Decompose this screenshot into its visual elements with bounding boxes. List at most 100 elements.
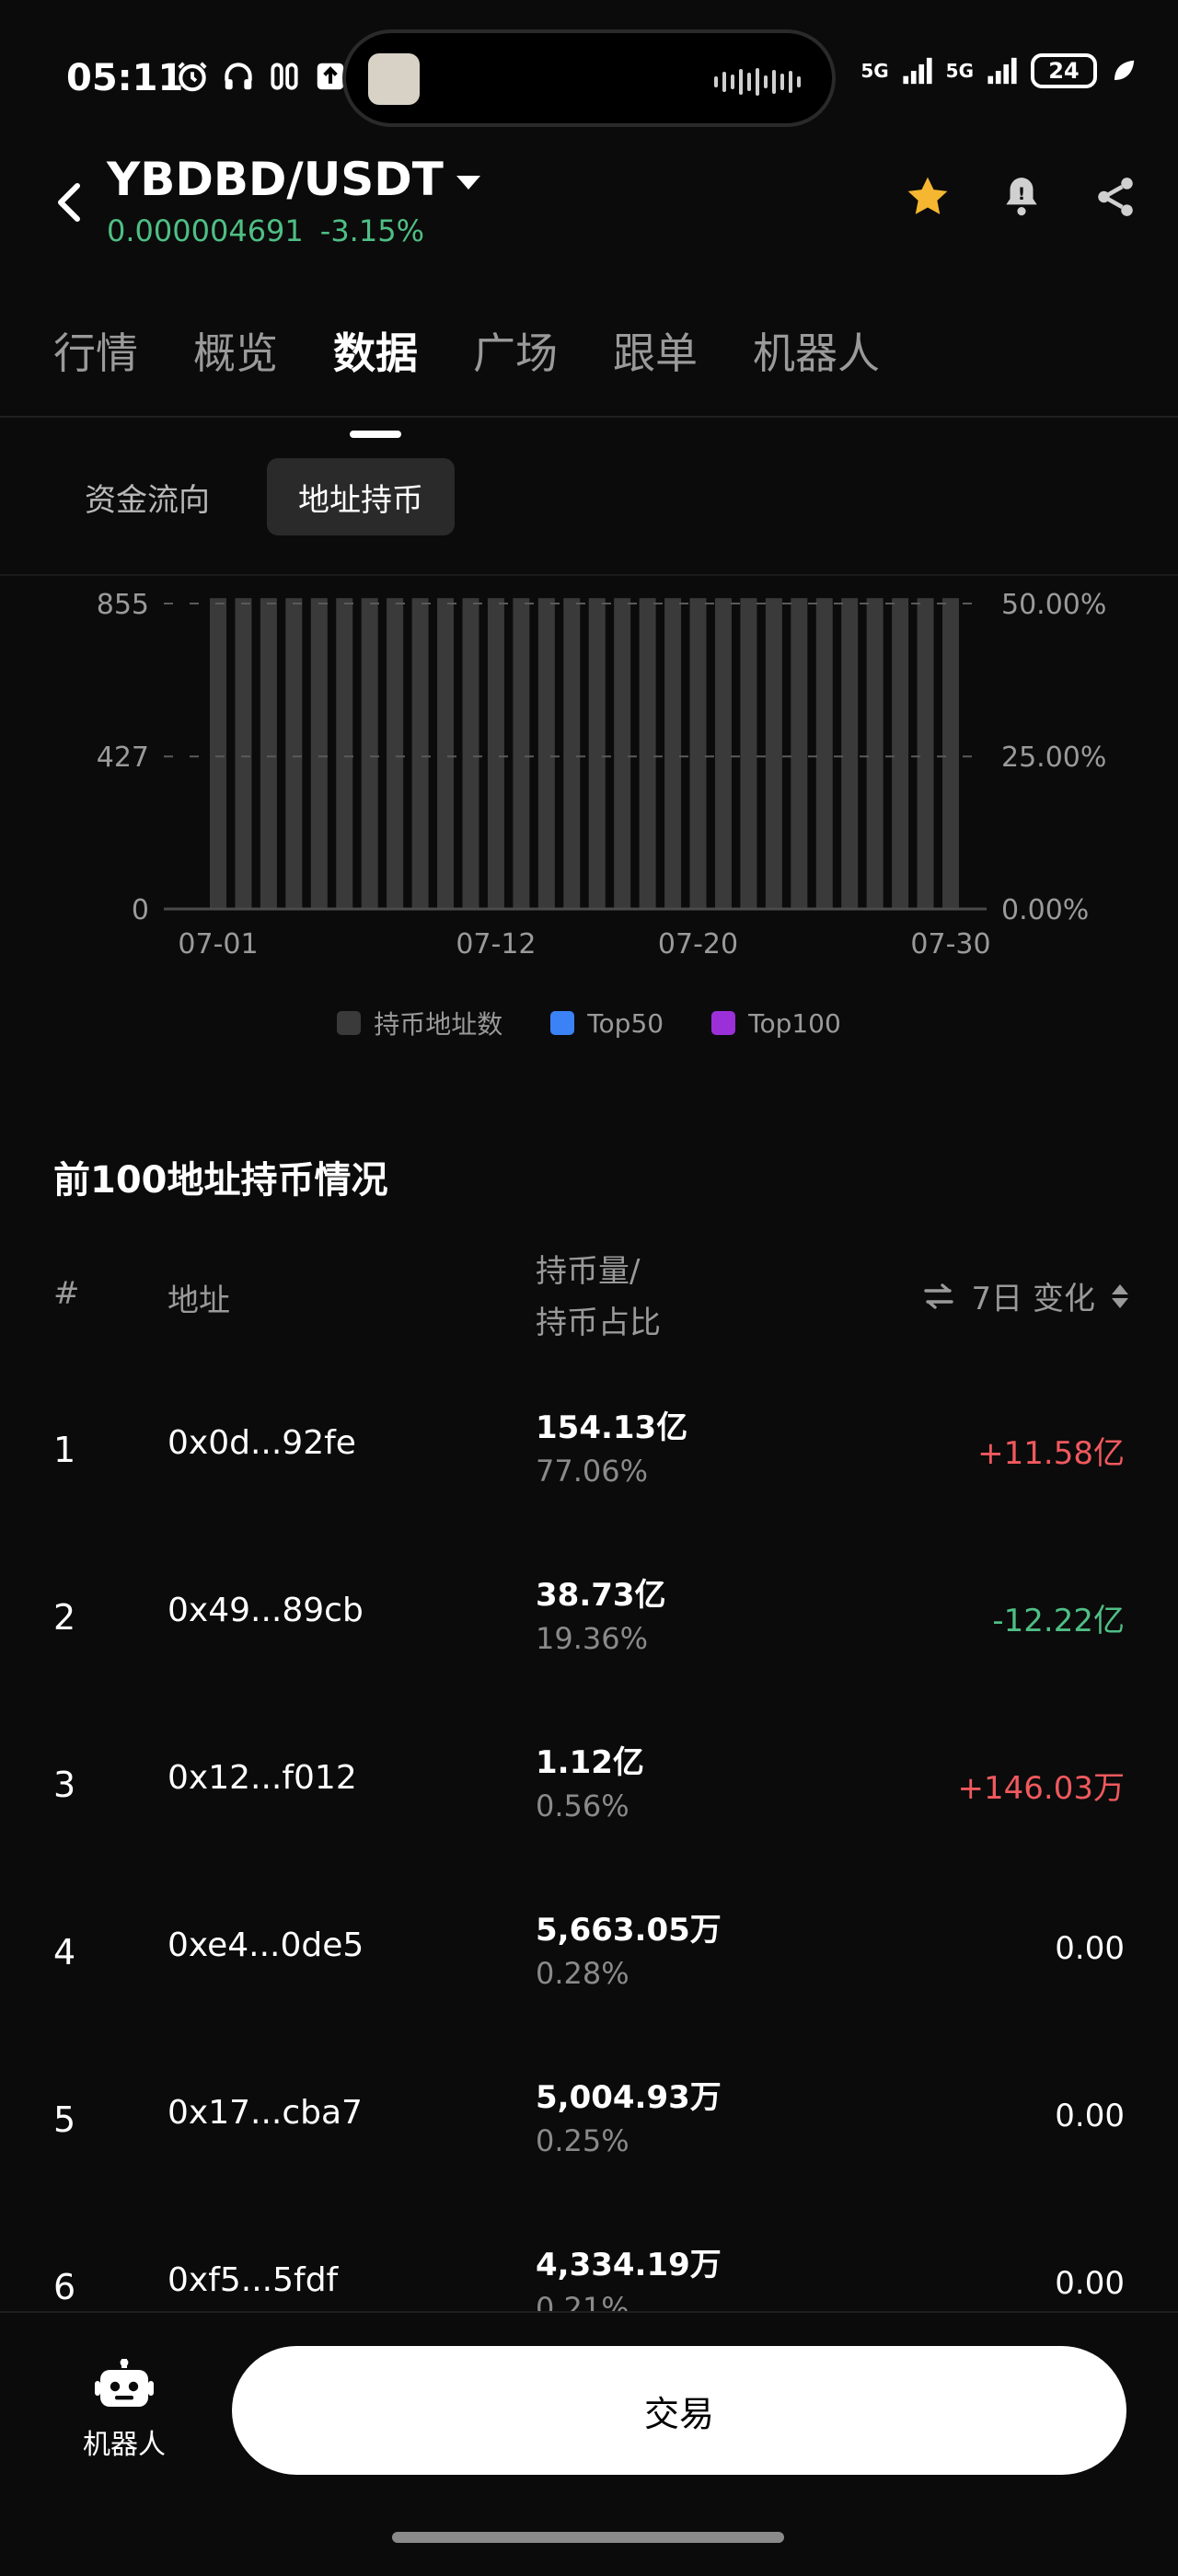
price-alert-button[interactable]: ! bbox=[996, 171, 1047, 223]
pair-name: YBDBD/USDT bbox=[107, 153, 444, 206]
chart-bar bbox=[260, 598, 277, 909]
column-header-change-label: 7日 变化 bbox=[971, 1281, 1095, 1317]
home-indicator[interactable] bbox=[392, 2532, 784, 2543]
signal-bars-icon bbox=[987, 57, 1017, 85]
tab-market[interactable]: 行情 bbox=[53, 320, 138, 381]
chart-bar bbox=[310, 598, 328, 909]
header-actions: ! bbox=[902, 171, 1141, 223]
audio-wave-icon bbox=[714, 66, 801, 98]
chart-bar bbox=[537, 598, 555, 909]
subtab-address-holdings[interactable]: 地址持币 bbox=[267, 458, 455, 535]
status-time: 05:11 bbox=[66, 57, 184, 99]
chart-bar bbox=[285, 598, 303, 909]
column-header-change[interactable]: 7日 变化 bbox=[922, 1273, 1128, 1318]
chart-bar bbox=[387, 598, 404, 909]
signal-bars-icon bbox=[903, 57, 932, 85]
legend-label: 持币地址数 bbox=[374, 1009, 503, 1040]
tab-copy-trading[interactable]: 跟单 bbox=[613, 320, 698, 381]
chart-bar bbox=[588, 598, 606, 909]
back-button[interactable] bbox=[46, 175, 92, 230]
chart-bar bbox=[513, 598, 530, 909]
address: 0x17...cba7 bbox=[167, 2094, 363, 2132]
earbuds-icon bbox=[271, 63, 298, 90]
chart-bar bbox=[917, 598, 934, 909]
column-header-amount-line1: 持币量/ bbox=[536, 1253, 641, 1290]
robot-label: 机器人 bbox=[83, 2429, 166, 2461]
table-row[interactable]: 1 0x0d...92fe 154.13亿 77.06% +11.58亿 bbox=[0, 1389, 1178, 1557]
leaf-icon bbox=[1114, 60, 1135, 80]
dynamic-island[interactable] bbox=[342, 29, 836, 127]
change-7d: 0.00 bbox=[1055, 1930, 1125, 1967]
rank: 6 bbox=[53, 2267, 76, 2307]
amount: 154.13亿 bbox=[536, 1409, 688, 1446]
chart-bar bbox=[210, 598, 226, 909]
price-change: -3.15% bbox=[319, 213, 424, 248]
pair-selector[interactable]: YBDBD/USDT bbox=[107, 153, 480, 206]
trade-button[interactable]: 交易 bbox=[232, 2346, 1126, 2475]
address: 0x12...f012 bbox=[167, 1759, 357, 1797]
chart-bar bbox=[689, 598, 707, 909]
chart-bar bbox=[411, 598, 429, 909]
chart-bar bbox=[235, 598, 252, 909]
chart-bar bbox=[462, 598, 479, 909]
alarm-icon bbox=[178, 62, 207, 92]
chart-bar bbox=[815, 598, 833, 909]
y-tick-label-left: 0 bbox=[132, 894, 149, 926]
chart-bar bbox=[841, 598, 859, 909]
rank: 2 bbox=[53, 1597, 76, 1638]
subtab-fund-flow[interactable]: 资金流向 bbox=[53, 458, 241, 535]
chart-bar bbox=[361, 598, 378, 909]
column-header-address: 地址 bbox=[167, 1282, 230, 1319]
tab-data[interactable]: 数据 bbox=[333, 320, 418, 381]
chart-bar bbox=[487, 598, 504, 909]
rank: 5 bbox=[53, 2099, 76, 2140]
share-percent: 19.36% bbox=[536, 1621, 649, 1656]
share-button[interactable] bbox=[1090, 171, 1141, 223]
table-row[interactable]: 3 0x12...f012 1.12亿 0.56% +146.03万 bbox=[0, 1724, 1178, 1892]
tab-square[interactable]: 广场 bbox=[473, 320, 558, 381]
swap-icon[interactable] bbox=[922, 1282, 955, 1310]
chart-bar bbox=[765, 598, 782, 909]
tab-bots[interactable]: 机器人 bbox=[753, 320, 880, 381]
robot-button[interactable]: 机器人 bbox=[64, 2359, 184, 2462]
holders-chart[interactable]: 0 427 855 0.00% 25.00% 50.00% 07-01 07-12 07-20 0… bbox=[0, 576, 1178, 1073]
signal-label-2: 5G bbox=[945, 60, 974, 82]
chart-bar bbox=[942, 598, 959, 909]
tabs-divider bbox=[0, 416, 1178, 418]
table-row[interactable]: 4 0xe4...0de5 5,663.05万 0.28% 0.00 bbox=[0, 1892, 1178, 2059]
x-tick-label: 07-01 bbox=[178, 928, 258, 960]
main-tabs: 行情 概览 数据 广场 跟单 机器人 bbox=[53, 320, 880, 381]
holdings-list: 1 0x0d...92fe 154.13亿 77.06% +11.58亿 2 0… bbox=[0, 1389, 1178, 2311]
caret-down-icon bbox=[456, 175, 480, 190]
chevron-left-icon bbox=[58, 183, 80, 222]
x-tick-label: 07-12 bbox=[456, 928, 536, 960]
address: 0x49...89cb bbox=[167, 1592, 364, 1629]
table-row[interactable]: 2 0x49...89cb 38.73亿 19.36% -12.22亿 bbox=[0, 1557, 1178, 1724]
address: 0xe4...0de5 bbox=[167, 1926, 364, 1964]
share-percent: 0.56% bbox=[536, 1788, 629, 1823]
chart-bar bbox=[614, 598, 631, 909]
rank: 1 bbox=[53, 1430, 76, 1470]
sort-icon[interactable] bbox=[1112, 1283, 1128, 1308]
y-tick-label-right: 50.00% bbox=[1001, 589, 1106, 621]
table-row[interactable]: 5 0x17...cba7 5,004.93万 0.25% 0.00 bbox=[0, 2059, 1178, 2226]
address: 0x0d...92fe bbox=[167, 1424, 356, 1462]
favorite-button[interactable] bbox=[902, 171, 953, 223]
chart-bar bbox=[791, 598, 808, 909]
last-price: 0.000004691 bbox=[107, 213, 304, 248]
legend-swatch bbox=[711, 1011, 736, 1035]
y-tick-label-left: 427 bbox=[97, 742, 149, 774]
chart-bar bbox=[740, 598, 757, 909]
legend-item-holders[interactable]: 持币地址数 bbox=[337, 1005, 502, 1041]
column-header-rank: # bbox=[53, 1275, 80, 1312]
status-right: 5G 5G 24 bbox=[860, 53, 1138, 88]
legend-item-top50[interactable]: Top50 bbox=[550, 1005, 664, 1041]
legend-item-top100[interactable]: Top100 bbox=[711, 1005, 841, 1041]
tab-overview[interactable]: 概览 bbox=[193, 320, 278, 381]
amount: 38.73亿 bbox=[536, 1577, 666, 1614]
share-icon bbox=[1098, 178, 1133, 216]
rank: 4 bbox=[53, 1932, 76, 1972]
status-bar: 05:11 5G 5G 24 bbox=[0, 0, 1178, 156]
table-row[interactable]: 6 0xf5...5fdf 4,334.19万 0.21% 0.00 bbox=[0, 2226, 1178, 2311]
change-7d: +11.58亿 bbox=[977, 1435, 1125, 1472]
